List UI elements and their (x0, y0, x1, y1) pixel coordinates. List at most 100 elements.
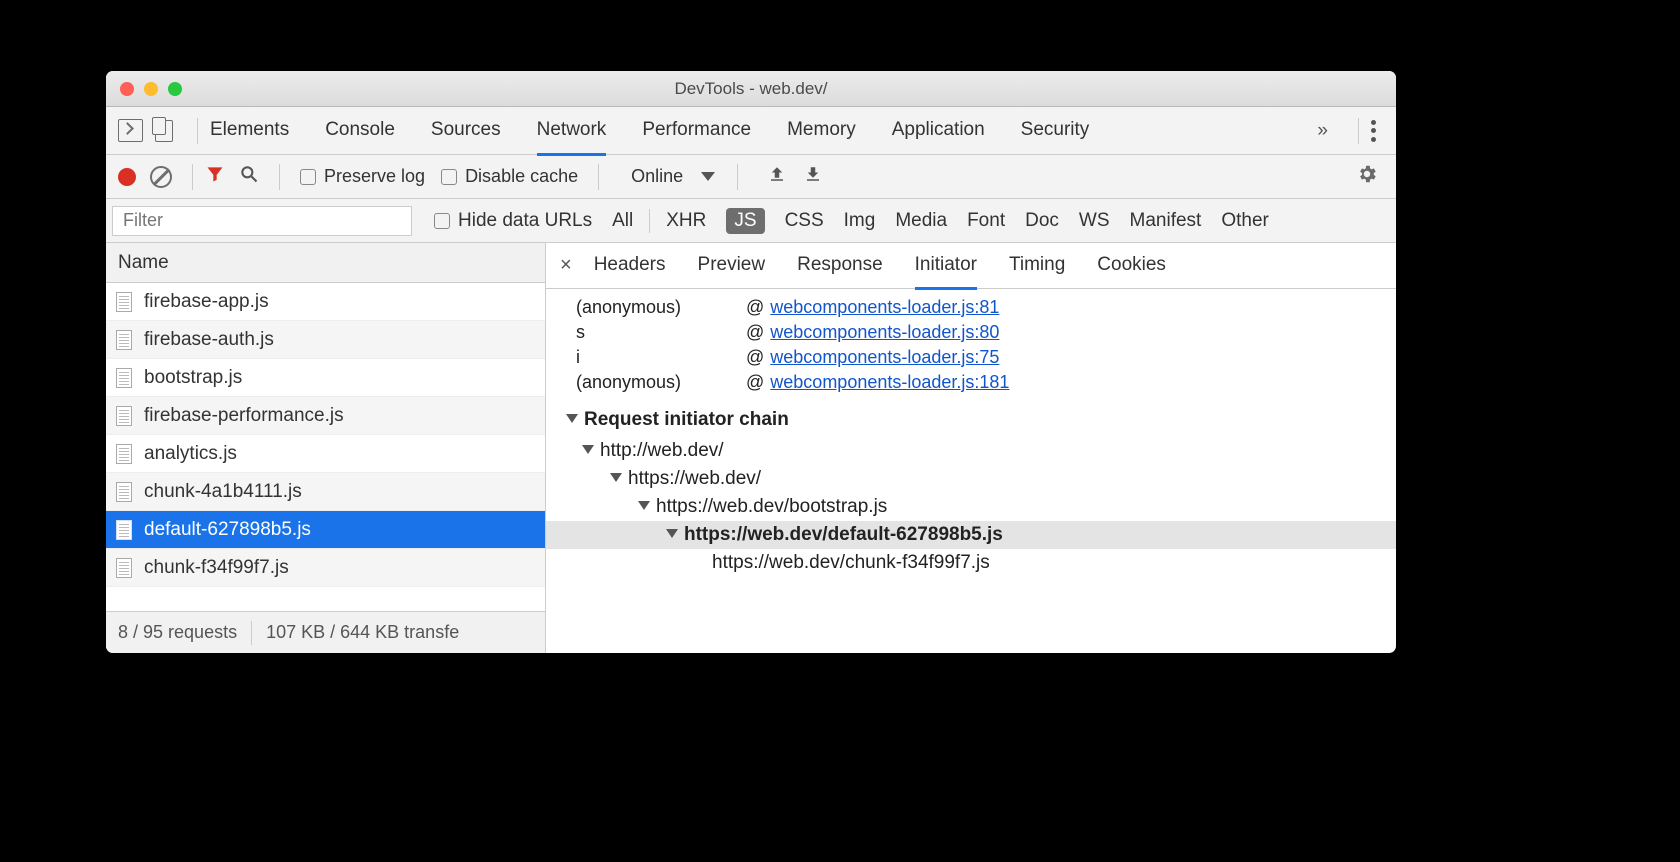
detail-tab-response[interactable]: Response (797, 243, 883, 289)
more-tabs-icon[interactable]: » (1317, 120, 1328, 142)
callstack-link[interactable]: webcomponents-loader.js:75 (770, 347, 999, 367)
device-toggle-icon[interactable] (155, 120, 173, 142)
tab-memory[interactable]: Memory (787, 107, 856, 155)
filter-type-js[interactable]: JS (726, 208, 764, 234)
callstack-location: @webcomponents-loader.js:75 (746, 347, 999, 368)
detail-tab-timing[interactable]: Timing (1009, 243, 1065, 289)
filter-type-xhr[interactable]: XHR (666, 210, 706, 232)
main-tabbar: Elements Console Sources Network Performance… (106, 107, 1396, 155)
chain-url: http://web.dev/ (600, 440, 724, 461)
request-row[interactable]: default-627898b5.js (106, 511, 545, 549)
document-icon (116, 368, 132, 388)
throttling-value: Online (631, 166, 683, 187)
detail-tab-preview[interactable]: Preview (698, 243, 766, 289)
initiator-detail: (anonymous)@webcomponents-loader.js:81s@… (546, 289, 1396, 653)
document-icon (116, 330, 132, 350)
kebab-menu-icon[interactable] (1371, 120, 1376, 142)
request-row[interactable]: firebase-auth.js (106, 321, 545, 359)
chain-row[interactable]: http://web.dev/ (546, 437, 1396, 465)
inspect-icon[interactable] (118, 119, 143, 142)
status-bar: 8 / 95 requests 107 KB / 644 KB transfe (106, 611, 545, 653)
chain-header: Request initiator chain (546, 395, 1396, 437)
callstack-link[interactable]: webcomponents-loader.js:81 (770, 297, 999, 317)
document-icon (116, 482, 132, 502)
chain-url: https://web.dev/chunk-f34f99f7.js (712, 552, 990, 573)
tab-network[interactable]: Network (537, 107, 607, 156)
separator (598, 164, 599, 190)
filter-type-manifest[interactable]: Manifest (1130, 210, 1202, 232)
chain-url: https://web.dev/bootstrap.js (656, 496, 887, 517)
tab-performance[interactable]: Performance (642, 107, 751, 155)
request-name: analytics.js (144, 443, 237, 465)
filter-type-other[interactable]: Other (1221, 210, 1269, 232)
document-icon (116, 406, 132, 426)
hide-data-urls-checkbox[interactable] (434, 213, 450, 229)
separator (279, 164, 280, 190)
window-title: DevTools - web.dev/ (106, 79, 1396, 99)
detail-tab-cookies[interactable]: Cookies (1097, 243, 1166, 289)
clear-icon[interactable] (150, 166, 172, 188)
upload-har-icon[interactable] (768, 165, 786, 188)
tab-elements[interactable]: Elements (210, 107, 289, 155)
detail-tab-initiator[interactable]: Initiator (915, 243, 977, 290)
throttling-select[interactable]: Online (621, 166, 725, 187)
document-icon (116, 520, 132, 540)
request-row[interactable]: firebase-performance.js (106, 397, 545, 435)
callstack-link[interactable]: webcomponents-loader.js:181 (770, 372, 1009, 392)
callstack-row: i@webcomponents-loader.js:75 (546, 345, 1396, 370)
filter-type-media[interactable]: Media (895, 210, 947, 232)
download-har-icon[interactable] (804, 165, 822, 188)
close-detail-icon[interactable]: × (560, 254, 572, 277)
callstack-function: s (576, 322, 746, 343)
settings-icon[interactable] (1356, 163, 1378, 190)
disable-cache-checkbox[interactable] (441, 169, 457, 185)
request-list: firebase-app.jsfirebase-auth.js bootstrap… (106, 283, 545, 611)
filter-type-img[interactable]: Img (844, 210, 876, 232)
filter-type-css[interactable]: CSS (785, 210, 824, 232)
request-row[interactable]: chunk-f34f99f7.js (106, 549, 545, 587)
request-name: chunk-4a1b4111.js (144, 481, 302, 503)
request-detail-panel: × Headers Preview Response Initiator Timing C… (546, 243, 1396, 653)
request-row[interactable]: chunk-4a1b4111.js (106, 473, 545, 511)
request-name: bootstrap.js (144, 367, 242, 389)
request-row[interactable]: firebase-app.js (106, 283, 545, 321)
separator (737, 164, 738, 190)
callstack-row: (anonymous)@webcomponents-loader.js:81 (546, 295, 1396, 320)
separator (1358, 118, 1359, 144)
column-header-name[interactable]: Name (106, 243, 545, 283)
separator (251, 621, 252, 645)
tab-sources[interactable]: Sources (431, 107, 501, 155)
filter-input[interactable] (112, 206, 412, 236)
devtools-window: DevTools - web.dev/ Elements Console Sourc… (106, 71, 1396, 653)
request-row[interactable]: analytics.js (106, 435, 545, 473)
chain-row[interactable]: https://web.dev/bootstrap.js (546, 493, 1396, 521)
filter-bar: Hide data URLs AllXHRJSCSSImgMediaFontDo… (106, 199, 1396, 243)
filter-type-all[interactable]: All (612, 210, 633, 232)
request-count: 8 / 95 requests (118, 622, 237, 643)
triangle-down-icon[interactable] (566, 414, 578, 423)
preserve-log-label: Preserve log (324, 166, 425, 187)
chain-row[interactable]: https://web.dev/chunk-f34f99f7.js (546, 549, 1396, 577)
triangle-down-icon (582, 445, 594, 454)
request-list-panel: Name firebase-app.jsfirebase-auth.js boot… (106, 243, 546, 653)
chain-row[interactable]: https://web.dev/default-627898b5.js (546, 521, 1396, 549)
detail-tab-headers[interactable]: Headers (594, 243, 666, 289)
callstack-link[interactable]: webcomponents-loader.js:80 (770, 322, 999, 342)
disable-cache-label: Disable cache (465, 166, 578, 187)
record-icon[interactable] (118, 168, 136, 186)
request-row[interactable]: bootstrap.js (106, 359, 545, 397)
search-icon[interactable] (239, 164, 259, 189)
filter-type-doc[interactable]: Doc (1025, 210, 1059, 232)
caret-down-icon (701, 172, 715, 181)
tab-security[interactable]: Security (1021, 107, 1090, 155)
chain-row[interactable]: https://web.dev/ (546, 465, 1396, 493)
filter-icon[interactable] (205, 164, 225, 189)
request-name: firebase-performance.js (144, 405, 344, 427)
network-toolbar: Preserve log Disable cache Online (106, 155, 1396, 199)
filter-type-ws[interactable]: WS (1079, 210, 1110, 232)
tab-application[interactable]: Application (892, 107, 985, 155)
tab-console[interactable]: Console (325, 107, 395, 155)
request-name: default-627898b5.js (144, 519, 311, 541)
preserve-log-checkbox[interactable] (300, 169, 316, 185)
filter-type-font[interactable]: Font (967, 210, 1005, 232)
